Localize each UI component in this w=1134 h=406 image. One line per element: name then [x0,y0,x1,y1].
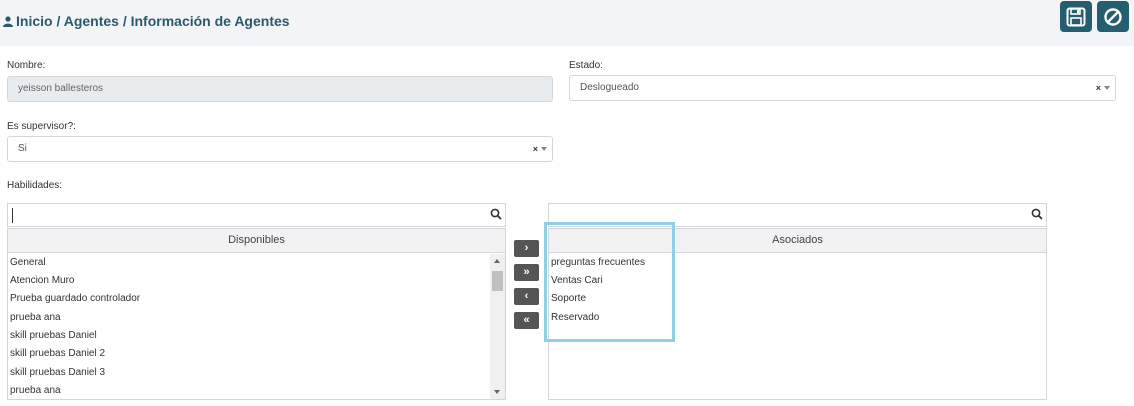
supervisor-clear-icon[interactable]: × [533,137,538,161]
associated-list-title: Asociados [549,229,1046,253]
move-selected-button[interactable]: › [514,240,539,257]
estado-chevron-down-icon[interactable] [1104,86,1110,90]
save-icon [1066,7,1086,26]
supervisor-select[interactable]: Si × [7,136,553,162]
available-list[interactable]: Disponibles General Atencion Muro Prueba… [7,228,506,400]
search-icon[interactable] [490,208,502,220]
supervisor-chevron-down-icon[interactable] [541,147,547,151]
list-item[interactable]: preguntas frecuentes [551,257,645,268]
nombre-label: Nombre: [7,60,46,71]
list-item[interactable]: skill pruebas Daniel 2 [10,348,105,359]
list-item[interactable]: Atencion Muro [10,275,74,286]
associated-list[interactable]: Asociados preguntas frecuentes Ventas Ca… [548,228,1047,400]
cancel-button[interactable] [1097,1,1129,32]
available-search-input[interactable] [7,203,506,227]
user-icon [3,15,13,27]
supervisor-value: Si [18,143,27,154]
breadcrumb-text[interactable]: Inicio / Agentes / Información de Agente… [16,13,290,29]
text-cursor [12,208,13,223]
associated-search-input[interactable] [548,203,1047,227]
list-item[interactable]: General [10,257,46,268]
save-button[interactable] [1060,1,1092,32]
list-item[interactable]: Prueba guardado controlador [10,293,140,304]
supervisor-label: Es supervisor?: [7,121,76,132]
list-item[interactable]: Soporte [551,293,586,304]
scroll-down-icon[interactable] [494,390,500,394]
list-item[interactable]: skill pruebas Daniel [10,330,97,341]
estado-clear-icon[interactable]: × [1096,76,1101,100]
list-item[interactable]: prueba ana [10,385,61,396]
move-all-button[interactable]: » [514,264,539,281]
remove-all-button[interactable]: « [514,312,539,329]
available-list-scrollbar[interactable] [490,254,505,399]
estado-select[interactable]: Deslogueado × [569,75,1116,101]
estado-label: Estado: [569,60,603,71]
list-item[interactable]: skill pruebas Daniel 3 [10,367,105,378]
search-icon[interactable] [1031,208,1043,220]
remove-selected-button[interactable]: ‹ [514,288,539,305]
page-header: Inicio / Agentes / Información de Agente… [0,0,1134,46]
list-item[interactable]: Reservado [551,312,599,323]
nombre-field[interactable]: yeisson ballesteros [7,76,553,102]
habilidades-label: Habilidades: [7,180,63,191]
scroll-up-icon[interactable] [494,259,500,263]
available-list-title: Disponibles [8,229,505,253]
list-item[interactable]: Ventas Cari [551,275,603,286]
breadcrumb: Inicio / Agentes / Información de Agente… [3,13,290,29]
estado-value: Deslogueado [580,82,639,93]
list-item[interactable]: prueba ana [10,312,61,323]
scroll-thumb[interactable] [492,271,503,291]
cancel-icon [1104,7,1122,26]
